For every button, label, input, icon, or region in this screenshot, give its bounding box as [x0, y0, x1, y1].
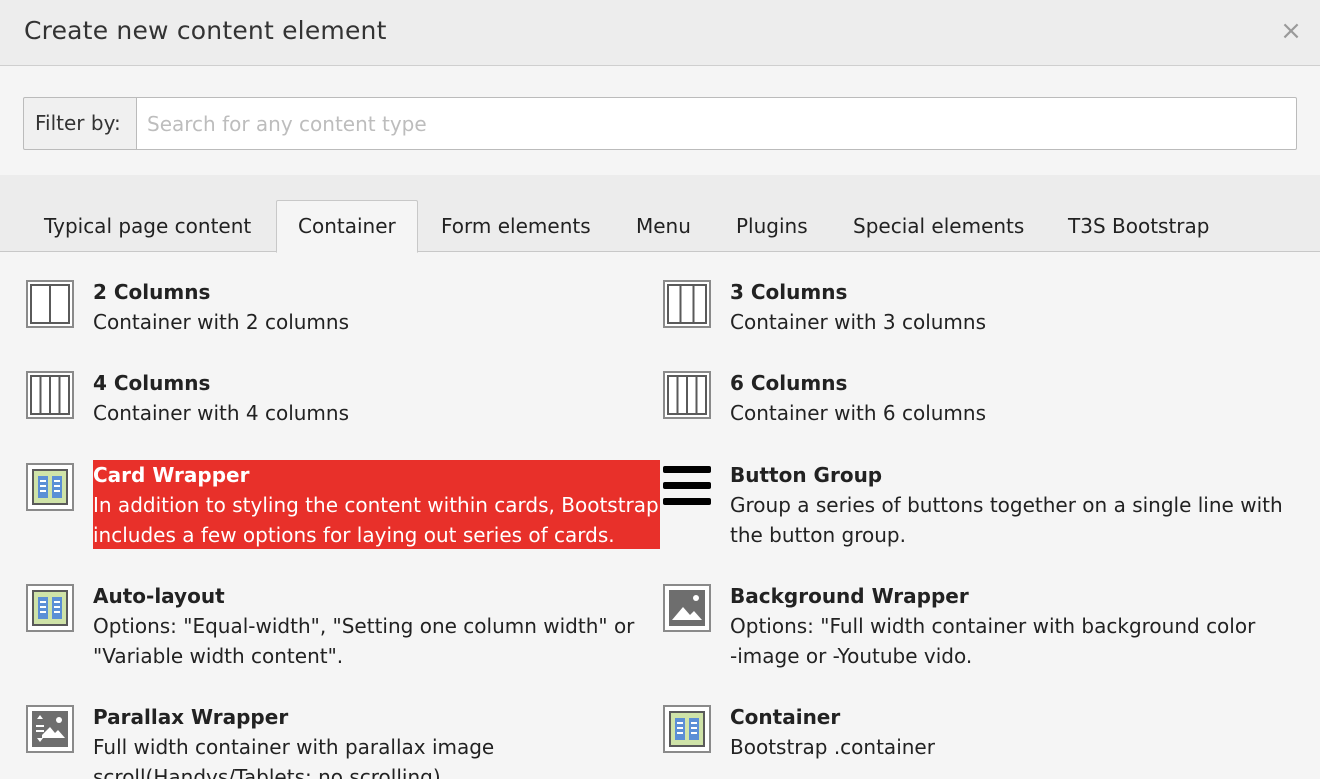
tab-plugins[interactable]: Plugins: [715, 200, 829, 252]
item-name: 2 Columns: [93, 280, 211, 304]
content-element-button-group[interactable]: Button Group Group a series of buttons t…: [663, 463, 1293, 549]
content-element-4-columns[interactable]: 4 Columns Container with 4 columns: [26, 371, 636, 441]
image-icon: [663, 584, 711, 632]
item-description: "Variable width content".: [93, 644, 344, 668]
tab-container[interactable]: Container: [276, 200, 418, 253]
four-columns-icon: [26, 371, 74, 419]
item-name: Button Group: [730, 463, 883, 487]
tab-menu[interactable]: Menu: [615, 200, 712, 252]
item-name: 6 Columns: [730, 371, 848, 395]
content-element-card-wrapper[interactable]: Card Wrapper In addition to styling the …: [26, 460, 660, 549]
item-name: Parallax Wrapper: [93, 705, 289, 729]
parallax-icon: [26, 705, 74, 753]
item-description: -image or -Youtube vido.: [730, 644, 973, 668]
dialog-title: Create new content element: [24, 16, 387, 45]
item-description: Container with 2 columns: [93, 310, 350, 334]
six-columns-icon: [663, 371, 711, 419]
item-description: Full width container with parallax image: [93, 735, 495, 759]
item-description: Container with 6 columns: [730, 401, 987, 425]
content-element-3-columns[interactable]: 3 Columns Container with 3 columns: [663, 280, 1293, 350]
tab-t3s-bootstrap[interactable]: T3S Bootstrap: [1047, 200, 1230, 252]
tab-typical-page-content[interactable]: Typical page content: [23, 200, 272, 252]
content-element-parallax-wrapper[interactable]: Parallax Wrapper Full width container wi…: [26, 705, 656, 779]
item-name: Card Wrapper: [93, 463, 250, 487]
tab-special-elements[interactable]: Special elements: [832, 200, 1045, 252]
item-description: Options: "Equal-width", "Setting one col…: [93, 614, 635, 638]
content-element-6-columns[interactable]: 6 Columns Container with 6 columns: [663, 371, 1293, 441]
dialog-header: Create new content element ×: [0, 0, 1320, 66]
filter-bar: Filter by:: [23, 97, 1297, 150]
item-description: scroll(Handys/Tablets: no scrolling): [93, 765, 441, 779]
three-columns-icon: [663, 280, 711, 328]
item-description: Group a series of buttons together on a …: [730, 493, 1283, 517]
card-wrapper-icon: [26, 463, 74, 511]
search-input[interactable]: [137, 97, 1297, 150]
content-element-container[interactable]: Container Bootstrap .container: [663, 705, 1293, 775]
item-description: the button group.: [730, 523, 906, 547]
filter-label: Filter by:: [23, 97, 137, 150]
close-icon[interactable]: ×: [1278, 18, 1304, 44]
hamburger-menu-icon: [663, 466, 711, 505]
container-icon: [663, 705, 711, 753]
item-description: Bootstrap .container: [730, 735, 935, 759]
auto-layout-icon: [26, 584, 74, 632]
item-name: Background Wrapper: [730, 584, 969, 608]
content-element-2-columns[interactable]: 2 Columns Container with 2 columns: [26, 280, 636, 350]
item-description: includes a few options for laying out se…: [93, 523, 615, 547]
tab-form-elements[interactable]: Form elements: [420, 200, 612, 252]
content-element-auto-layout[interactable]: Auto-layout Options: "Equal-width", "Set…: [26, 584, 656, 670]
tab-bar: Typical page content Container Form elem…: [0, 175, 1320, 253]
item-description: Container with 4 columns: [93, 401, 350, 425]
item-description: Container with 3 columns: [730, 310, 987, 334]
item-description: Options: "Full width container with back…: [730, 614, 1256, 638]
item-name: 3 Columns: [730, 280, 848, 304]
content-element-background-wrapper[interactable]: Background Wrapper Options: "Full width …: [663, 584, 1293, 670]
item-name: Auto-layout: [93, 584, 225, 608]
two-columns-icon: [26, 280, 74, 328]
item-name: 4 Columns: [93, 371, 211, 395]
item-description: In addition to styling the content withi…: [93, 493, 659, 517]
item-name: Container: [730, 705, 841, 729]
